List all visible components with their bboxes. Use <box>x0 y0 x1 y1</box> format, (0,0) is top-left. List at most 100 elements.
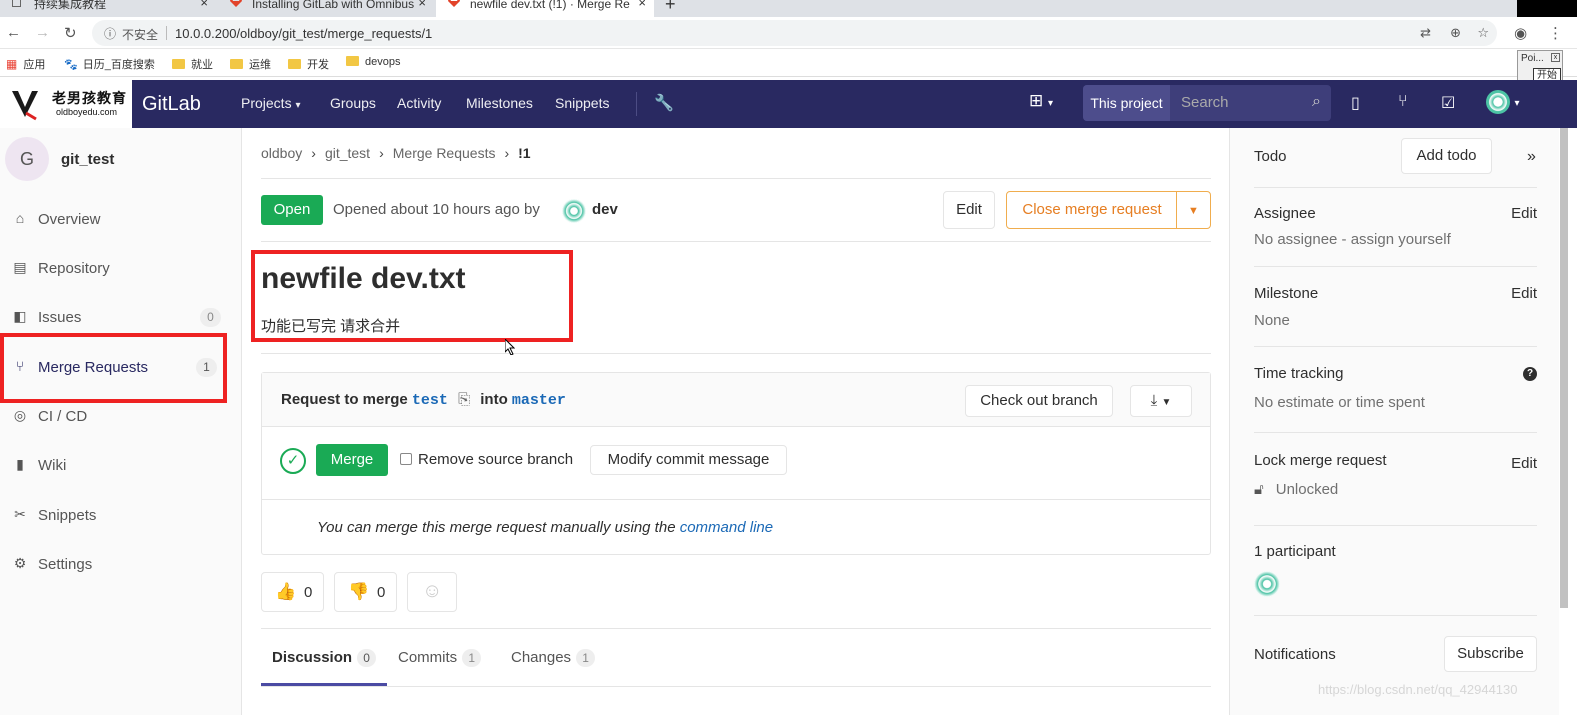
add-todo-button[interactable]: Add todo <box>1401 138 1492 174</box>
bookmark-folder[interactable]: devops <box>346 56 400 68</box>
author-name[interactable]: dev <box>592 201 618 218</box>
breadcrumb: oldboy › git_test › Merge Requests › !1 <box>261 145 531 161</box>
todo-label: Todo <box>1254 148 1287 165</box>
chevron-down-icon: ▾ <box>295 100 301 111</box>
smiley-icon: ☺ <box>422 580 443 602</box>
search-icon[interactable]: ⌕ <box>1312 93 1321 111</box>
divider <box>1254 432 1537 433</box>
help-icon[interactable]: ? <box>1523 367 1537 381</box>
tab-discussion[interactable]: Discussion 0 <box>272 649 377 667</box>
copy-icon[interactable]: ⎘ <box>458 391 470 408</box>
target-branch[interactable]: master <box>512 392 566 409</box>
add-reaction-button[interactable]: ☺ <box>407 572 457 612</box>
participant-avatar[interactable] <box>1254 571 1280 597</box>
popup-close-icon[interactable]: x <box>1551 53 1560 62</box>
todos-nav-icon[interactable]: ☑ <box>1441 93 1455 113</box>
author-avatar[interactable] <box>562 199 586 223</box>
sidebar-item-wiki[interactable]: ▮ Wiki <box>0 444 241 486</box>
browser-tab-active[interactable]: newfile dev.txt (!1) · Merge Re × <box>436 0 654 17</box>
project-name[interactable]: git_test <box>61 151 114 168</box>
browser-tab[interactable]: 持续集成教程 × <box>0 0 216 17</box>
back-icon[interactable]: ← <box>6 24 21 41</box>
breadcrumb-chevron-icon: › <box>504 145 510 161</box>
download-dropdown[interactable]: ⤓ ▼ <box>1130 385 1192 417</box>
sidebar-item-settings[interactable]: ⚙ Settings <box>0 543 241 585</box>
star-icon[interactable]: ☆ <box>1477 25 1489 41</box>
merge-requests-nav-icon[interactable]: ⑂ <box>1398 93 1408 111</box>
bookmark-folder[interactable]: 开发 <box>288 56 329 72</box>
search-box[interactable]: This project ⌕ <box>1083 85 1331 121</box>
modify-commit-message-button[interactable]: Modify commit message <box>590 445 787 475</box>
nav-groups[interactable]: Groups <box>330 95 376 111</box>
info-icon[interactable]: ⓘ <box>104 25 116 42</box>
profile-icon[interactable]: ◉ <box>1514 24 1527 42</box>
browser-tab[interactable]: Installing GitLab with Omnibus × <box>218 0 434 17</box>
project-avatar[interactable]: G <box>5 137 49 181</box>
url-bar[interactable]: ⓘ 不安全 10.0.0.200/oldboy/git_test/merge_r… <box>92 20 1497 46</box>
manual-merge-hint: You can merge this merge request manuall… <box>317 519 774 536</box>
subscribe-button[interactable]: Subscribe <box>1444 636 1537 672</box>
breadcrumb-item[interactable]: oldboy <box>261 145 302 161</box>
close-tab-icon[interactable]: × <box>200 0 208 9</box>
close-tab-icon[interactable]: × <box>418 0 426 9</box>
window-controls[interactable] <box>1517 0 1577 17</box>
thumbs-down-button[interactable]: 👎 0 <box>334 572 397 612</box>
forward-icon[interactable]: → <box>35 24 50 41</box>
new-dropdown-icon[interactable]: ⊞ ▾ <box>1029 91 1053 111</box>
source-branch[interactable]: test <box>412 392 448 409</box>
nav-snippets[interactable]: Snippets <box>555 95 609 111</box>
assignee-edit-link[interactable]: Edit <box>1511 205 1537 222</box>
check-out-branch-button[interactable]: Check out branch <box>965 385 1113 417</box>
wrench-icon[interactable]: 🔧 <box>654 93 674 113</box>
new-tab-button[interactable]: + <box>665 0 676 15</box>
nav-projects[interactable]: Projects ▾ <box>241 95 301 111</box>
command-line-link[interactable]: command line <box>680 519 773 536</box>
bookmark-folder[interactable]: 运维 <box>230 56 271 72</box>
sidebar-item-snippets[interactable]: ✂ Snippets <box>0 494 241 536</box>
milestone-edit-link[interactable]: Edit <box>1511 285 1537 302</box>
logo-area[interactable]: 老男孩教育 oldboyedu.com <box>0 80 132 128</box>
gitlab-brand[interactable]: GitLab <box>142 93 201 116</box>
nav-activity[interactable]: Activity <box>397 95 441 111</box>
edit-button[interactable]: Edit <box>943 191 995 229</box>
collapse-sidebar-icon[interactable]: » <box>1527 148 1536 166</box>
bookmark-folder[interactable]: 就业 <box>172 56 213 72</box>
bookmark-baidu[interactable]: 🐾 日历_百度搜索 <box>64 56 155 72</box>
gitlab-fox-icon <box>448 0 460 7</box>
reload-icon[interactable]: ↻ <box>64 24 77 42</box>
nav-milestones[interactable]: Milestones <box>466 95 533 111</box>
remove-source-branch-label[interactable]: Remove source branch <box>418 451 573 468</box>
issues-nav-icon[interactable]: ▯ <box>1351 93 1360 113</box>
breadcrumb-item[interactable]: Merge Requests <box>393 145 496 161</box>
sidebar-item-issues[interactable]: ◧ Issues 0 <box>0 296 241 338</box>
sidebar-item-overview[interactable]: ⌂ Overview <box>0 198 241 240</box>
search-scope[interactable]: This project <box>1083 85 1170 121</box>
menu-icon[interactable]: ⋮ <box>1548 24 1563 42</box>
browser-tab-title: 持续集成教程 <box>34 0 107 11</box>
breadcrumb-item[interactable]: git_test <box>325 145 370 161</box>
scissors-icon: ✂ <box>14 506 26 522</box>
lock-edit-link[interactable]: Edit <box>1511 455 1537 472</box>
divider <box>1254 615 1537 616</box>
merge-button[interactable]: Merge <box>316 444 388 476</box>
issues-count-badge: 0 <box>200 308 221 327</box>
zoom-icon[interactable]: ⊕ <box>1450 25 1461 41</box>
tab-changes[interactable]: Changes 1 <box>511 649 596 667</box>
close-merge-request-button[interactable]: Close merge request <box>1006 191 1178 229</box>
url-text[interactable]: 10.0.0.200/oldboy/git_test/merge_request… <box>175 26 432 41</box>
page-scrollbar[interactable] <box>1560 128 1568 608</box>
user-avatar-icon[interactable]: ▾ <box>1486 90 1519 114</box>
tab-commits[interactable]: Commits 1 <box>398 649 482 667</box>
close-tab-icon[interactable]: × <box>638 0 646 9</box>
assignee-value[interactable]: No assignee - assign yourself <box>1254 231 1537 248</box>
apps-bookmark[interactable]: ▦ 应用 <box>6 56 45 72</box>
highlight-box-merge-requests <box>0 333 227 403</box>
translate-icon[interactable]: ⇄ <box>1420 25 1431 41</box>
close-dropdown-toggle[interactable]: ▼ <box>1176 191 1211 229</box>
sidebar-item-repository[interactable]: ▤ Repository <box>0 247 241 289</box>
remove-source-branch-checkbox[interactable] <box>400 453 412 465</box>
download-icon: ⤓ <box>1150 392 1158 409</box>
breadcrumb-item[interactable]: !1 <box>518 145 530 161</box>
search-input[interactable] <box>1181 94 1301 111</box>
thumbs-up-button[interactable]: 👍 0 <box>261 572 324 612</box>
